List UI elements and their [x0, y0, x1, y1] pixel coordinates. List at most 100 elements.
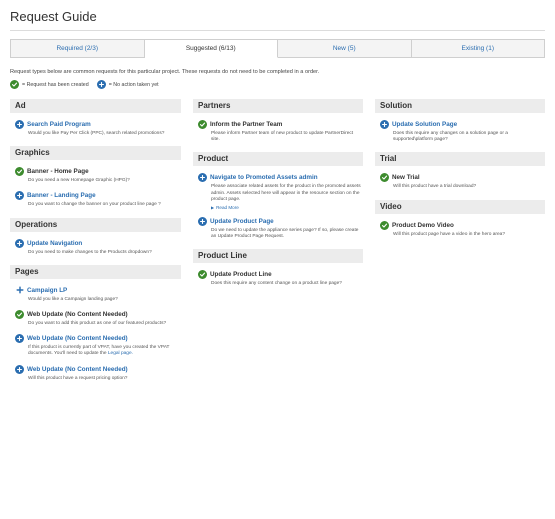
section-heading: Pages: [10, 264, 181, 279]
left-column: Ad Search Paid Program Would you like Pay …: [10, 99, 181, 391]
section-product: Product Navigate to Promoted Assets admin…: [193, 152, 363, 240]
request-title: Web Update (No Content Needed): [27, 311, 128, 319]
request-description-text: Do you want to add this product as one o…: [28, 321, 167, 327]
section-heading: Product Line: [193, 249, 363, 264]
request-description: Would you like Pay Per Click (PPC), sear…: [28, 131, 181, 137]
plus-circle-icon: [96, 80, 106, 89]
section-operations: Operations Update Navigation Do you need t…: [10, 217, 181, 256]
request-link[interactable]: Update Navigation: [27, 239, 82, 248]
request-item-header: Update Solution Page: [380, 120, 545, 129]
plus-circle-icon: [198, 173, 207, 183]
request-link[interactable]: Web Update (No Content Needed): [27, 365, 128, 374]
request-item: Banner - Home Page Do you need a new Home…: [10, 167, 181, 184]
request-link[interactable]: Campaign LP: [27, 286, 67, 295]
request-description-text: Do you want to change the banner on your…: [28, 202, 161, 208]
plus-icon: [15, 286, 24, 295]
read-more-link[interactable]: ▶ Read More: [211, 205, 363, 210]
request-item: Web Update (No Content Needed) If this pr…: [10, 334, 181, 357]
request-description: Do you need a new Homepage Graphic (HPG)…: [28, 178, 181, 184]
section-graphics: Graphics Banner - Home Page Do you need a …: [10, 146, 181, 208]
request-description-text: Would you like a Campaign landing page?: [28, 296, 118, 302]
request-description-text: Do we need to update the appliance serie…: [211, 228, 359, 240]
request-description-text: Will this product have a trial download?: [393, 184, 477, 190]
request-description: Please inform Partner team of new produc…: [211, 131, 363, 143]
plus-circle-icon: [15, 238, 24, 248]
tab-required[interactable]: Required (2/3): [11, 40, 145, 58]
request-item-header: Banner - Landing Page: [15, 191, 181, 201]
tab-new[interactable]: New (5): [278, 40, 412, 58]
caret-right-icon: ▶: [211, 205, 215, 211]
request-description-text: Do you need to make changes to the Produ…: [28, 249, 152, 255]
request-item-header: Web Update (No Content Needed): [15, 364, 181, 374]
request-title: Inform the Partner Team: [210, 121, 283, 128]
request-link[interactable]: Banner - Landing Page: [27, 191, 96, 200]
request-description-text: Does this require any content change on …: [211, 281, 342, 287]
request-item: Update Product Line Does this require any…: [193, 270, 363, 287]
request-title: Update Product Line: [210, 271, 272, 279]
request-description: Please associate related assets for the …: [211, 184, 363, 203]
request-description: Will this product page have a video in t…: [393, 232, 545, 238]
legal-page-link[interactable]: Legal page.: [108, 351, 133, 356]
legend-created-label: = Request has been created: [22, 81, 89, 88]
plus-circle-icon: [15, 191, 24, 201]
section-heading: Video: [375, 199, 545, 214]
request-item-header: Search Paid Program: [15, 120, 181, 129]
section-heading: Product: [193, 152, 363, 167]
request-item: Banner - Landing Page Do you want to chan…: [10, 191, 181, 208]
request-link[interactable]: Web Update (No Content Needed): [27, 334, 128, 343]
plus-circle-icon: [15, 334, 24, 344]
section-heading: Trial: [375, 152, 545, 167]
request-description: Will this product have a request pricing…: [28, 376, 181, 382]
request-item: Inform the Partner Team Please inform Par…: [193, 120, 363, 143]
right-column: Solution Update Solution Page Does this re…: [375, 99, 545, 247]
check-circle-icon: [15, 310, 24, 320]
legend: = Request has been created = No action t…: [10, 80, 159, 89]
section-heading: Solution: [375, 99, 545, 113]
request-description-text: Please inform Partner team of new produc…: [211, 131, 354, 143]
request-item-header: Web Update (No Content Needed): [15, 310, 181, 320]
request-item: New Trial Will this product have a trial …: [375, 173, 545, 190]
request-title: New Trial: [392, 174, 420, 182]
request-link[interactable]: Navigate to Promoted Assets admin: [210, 173, 318, 182]
request-item: Update Solution Page Does this require an…: [375, 120, 545, 143]
tab-existing[interactable]: Existing (1): [411, 40, 544, 58]
intro-text: Request types below are common requests …: [10, 69, 320, 75]
request-description-text: Do you need a new Homepage Graphic (HPG)…: [28, 178, 130, 184]
request-description: If this product is currently part of VPA…: [28, 345, 181, 357]
request-description-text: Please associate related assets for the …: [211, 184, 361, 202]
request-description: Does this require any changes on a solut…: [393, 131, 545, 143]
request-item-header: Update Product Page: [198, 217, 363, 227]
plus-circle-icon: [198, 217, 207, 227]
section-video: Video Product Demo Video Will this product…: [375, 199, 545, 238]
check-circle-icon: [15, 167, 24, 177]
section-heading: Ad: [10, 99, 181, 113]
request-description: Do we need to update the appliance serie…: [211, 228, 363, 240]
request-item-header: Banner - Home Page: [15, 167, 181, 177]
request-description-text: If this product is currently part of VPA…: [28, 345, 170, 357]
section-ad: Ad Search Paid Program Would you like Pay …: [10, 99, 181, 137]
plus-circle-icon: [15, 364, 24, 374]
check-circle-icon: [198, 120, 207, 129]
request-item: Navigate to Promoted Assets admin Please …: [193, 173, 363, 210]
check-circle-icon: [198, 270, 207, 280]
request-item-header: Update Navigation: [15, 238, 181, 248]
request-link[interactable]: Search Paid Program: [27, 120, 91, 129]
request-link[interactable]: Update Solution Page: [392, 120, 457, 129]
request-description: Do you want to change the banner on your…: [28, 202, 181, 208]
request-description: Do you want to add this product as one o…: [28, 321, 181, 327]
legend-no-action-label: = No action taken yet: [108, 81, 159, 88]
tab-bar: Required (2/3) Suggested (6/13) New (5) …: [10, 39, 545, 58]
section-product-line: Product Line Update Product Line Does this…: [193, 249, 363, 287]
check-circle-icon: [380, 220, 389, 230]
tab-suggested[interactable]: Suggested (6/13): [144, 40, 278, 58]
request-link[interactable]: Update Product Page: [210, 217, 274, 226]
plus-circle-icon: [380, 120, 389, 129]
request-item: Update Navigation Do you need to make cha…: [10, 238, 181, 256]
request-item-header: Inform the Partner Team: [198, 120, 363, 129]
request-description: Does this require any content change on …: [211, 281, 363, 287]
read-more-label: Read More: [216, 205, 239, 211]
request-item-header: Product Demo Video: [380, 220, 545, 230]
section-heading: Operations: [10, 217, 181, 232]
request-description-text: Will this product page have a video in t…: [393, 231, 505, 237]
request-description-text: Would you like Pay Per Click (PPC), sear…: [28, 131, 165, 136]
